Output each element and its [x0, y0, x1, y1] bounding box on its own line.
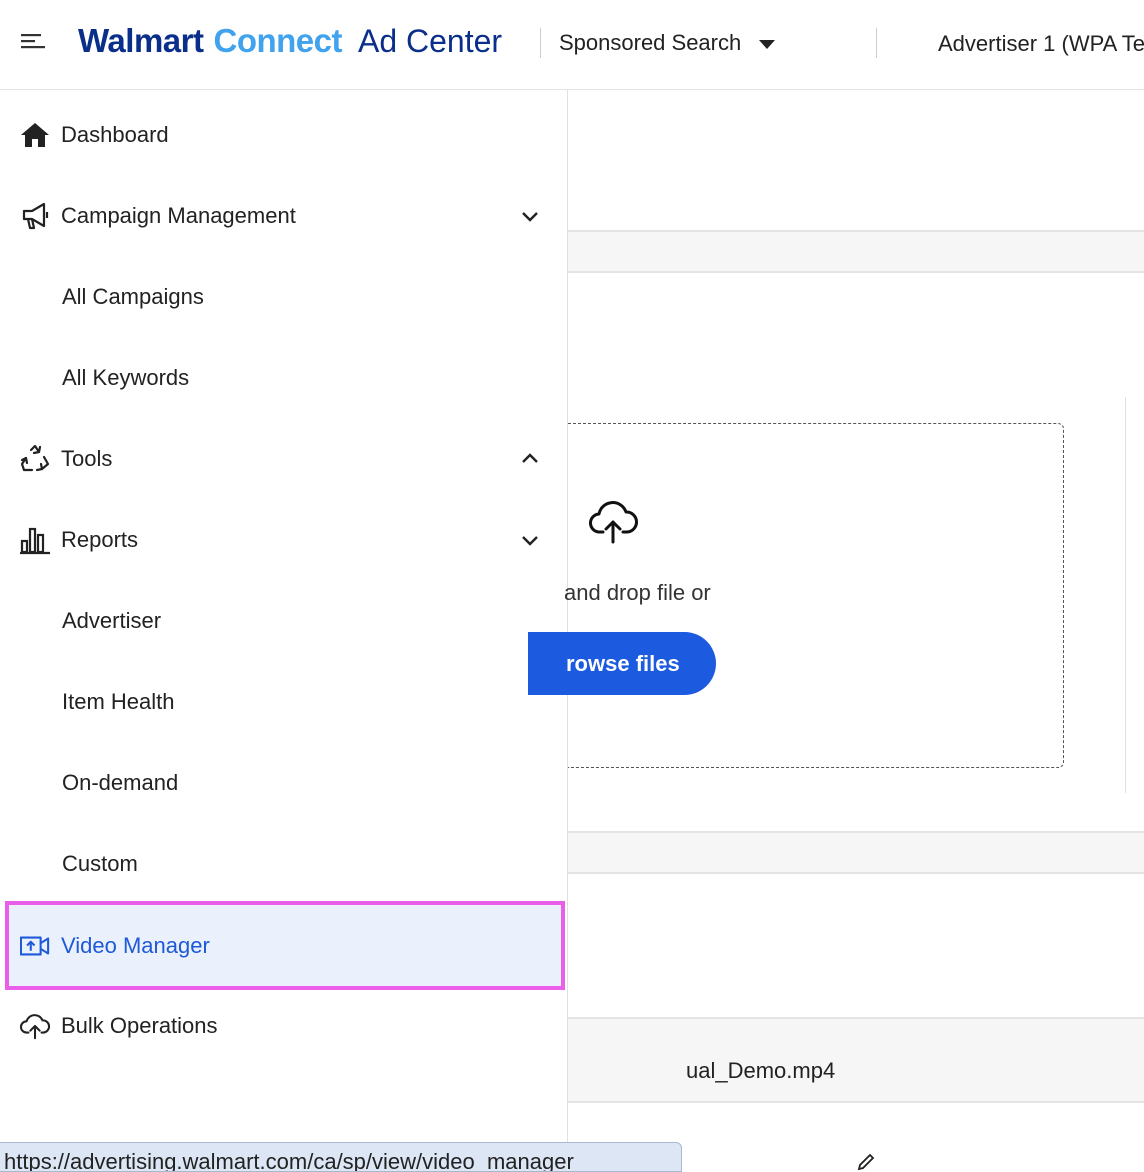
sidebar-item-dashboard[interactable]: Dashboard [0, 94, 568, 175]
caret-down-icon [759, 39, 776, 49]
megaphone-icon [20, 201, 50, 231]
sidebar-item-tools[interactable]: Tools [0, 418, 568, 499]
video-upload-icon [20, 931, 50, 961]
brand-logo[interactable]: Walmart Connect Ad Center [78, 22, 502, 66]
sidebar-item-label: Dashboard [61, 121, 169, 147]
home-icon [20, 120, 50, 150]
table-header-band [568, 1017, 1144, 1103]
chevron-down-icon[interactable] [518, 528, 542, 552]
sidebar-item-reports[interactable]: Reports [0, 499, 568, 580]
sidebar-item-advertiser[interactable]: Advertiser [0, 580, 568, 661]
sidebar-item-all-campaigns[interactable]: All Campaigns [0, 256, 568, 337]
sidebar-item-label: All Campaigns [62, 283, 204, 309]
file-name: ual_Demo.mp4 [686, 1058, 836, 1083]
header-divider [876, 28, 877, 58]
browse-files-button[interactable]: rowse files [528, 632, 716, 695]
file-drop-zone[interactable]: and drop file or rowse files [528, 423, 1064, 768]
sidebar-item-label: Custom [62, 850, 138, 876]
sidebar-item-label: Video Manager [61, 932, 210, 958]
sidebar-item-label: All Keywords [62, 364, 190, 390]
bar-chart-icon [20, 525, 50, 555]
sidebar-item-label: Bulk Operations [61, 1012, 218, 1038]
chevron-up-icon[interactable] [518, 447, 542, 471]
panel-divider [1125, 397, 1126, 793]
cloud-upload-icon [20, 1011, 50, 1041]
menu-icon[interactable] [20, 31, 46, 55]
sidebar-item-label: Campaign Management [61, 202, 296, 228]
product-selector-label: Sponsored Search [559, 30, 742, 55]
sidebar-nav: Dashboard Campaign Management All Campai… [0, 90, 568, 1164]
brand-connect: Connect [213, 22, 342, 59]
sidebar-item-all-keywords[interactable]: All Keywords [0, 337, 568, 418]
sidebar-item-video-manager[interactable]: Video Manager [5, 901, 565, 990]
chevron-down-icon[interactable] [518, 204, 542, 228]
brand-walmart: Walmart [78, 22, 204, 59]
sidebar-item-campaign-management[interactable]: Campaign Management [0, 175, 568, 256]
advertiser-selector[interactable]: Advertiser 1 (WPA Te [938, 31, 1144, 57]
sidebar-item-label: Tools [61, 445, 113, 471]
sidebar-item-custom[interactable]: Custom [0, 823, 568, 904]
drop-instructions: and drop file or [564, 580, 711, 605]
sidebar-item-on-demand[interactable]: On-demand [0, 742, 568, 823]
section-divider-band [568, 831, 1144, 874]
sidebar-item-label: Advertiser [62, 607, 162, 633]
sidebar-item-label: Item Health [62, 688, 175, 714]
brand-ad-center: Ad Center [357, 23, 503, 59]
header-divider [540, 28, 541, 58]
status-bar-url: https://advertising.walmart.com/ca/sp/vi… [0, 1142, 682, 1172]
recycle-icon [20, 444, 50, 474]
top-header: Walmart Connect Ad Center Sponsored Sear… [0, 0, 1144, 90]
product-selector[interactable]: Sponsored Search [559, 30, 776, 56]
section-divider-band [568, 230, 1144, 273]
main-content: and drop file or rowse files [528, 90, 1144, 1164]
sidebar-item-item-health[interactable]: Item Health [0, 661, 568, 742]
pencil-icon[interactable] [856, 1152, 876, 1172]
cloud-upload-icon [589, 501, 638, 544]
sidebar-item-label: Reports [61, 526, 139, 552]
sidebar-item-label: On-demand [62, 769, 179, 795]
sidebar-item-bulk-operations[interactable]: Bulk Operations [0, 985, 568, 1066]
